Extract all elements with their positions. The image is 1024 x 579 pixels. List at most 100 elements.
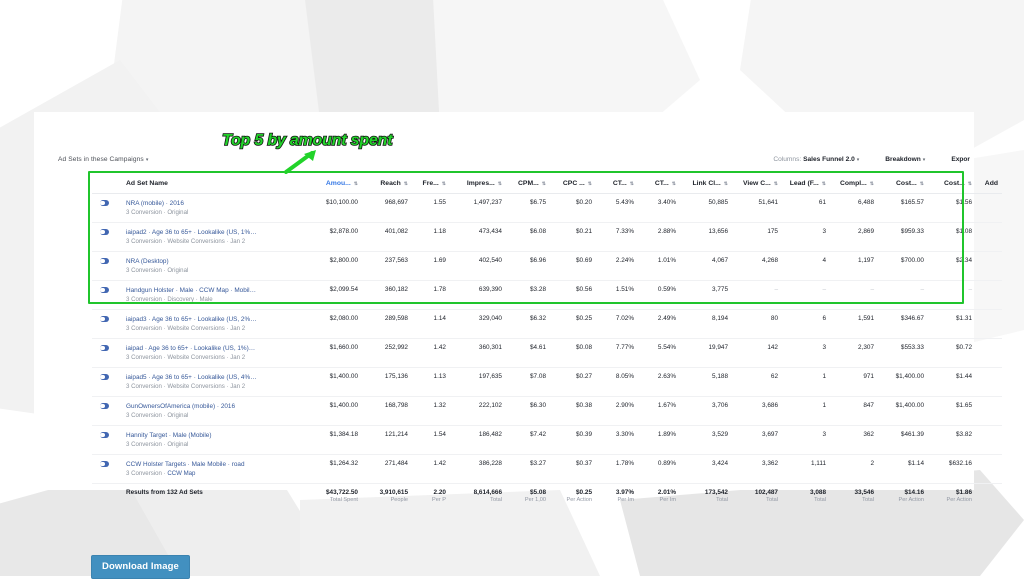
table-row[interactable]: iaipad · Age 36 to 65+ · Lookalike (US, … xyxy=(92,338,1002,368)
row-toggle[interactable] xyxy=(92,454,120,484)
row-toggle[interactable] xyxy=(92,367,120,397)
cell-reach: 289,598 xyxy=(362,309,412,339)
column-header-cost1[interactable]: Cost... ⇅ xyxy=(878,175,928,194)
column-header-label: CPC ... xyxy=(562,180,585,187)
cell-ad-set-name[interactable]: iaipad · Age 36 to 65+ · Lookalike (US, … xyxy=(120,338,300,368)
breakdown-selector[interactable]: Breakdown ▾ xyxy=(885,156,925,163)
column-header-ctr1[interactable]: CT... ⇅ xyxy=(596,175,638,194)
ad-set-name-link[interactable]: NRA (Desktop) xyxy=(126,257,296,266)
column-header-linkclicks[interactable]: Link Cl... ⇅ xyxy=(680,175,732,194)
columns-selector[interactable]: Columns: Sales Funnel 2.0 ▾ xyxy=(773,156,859,163)
ad-set-name-link[interactable]: iaipad3 · Age 36 to 65+ · Lookalike (US,… xyxy=(126,315,296,324)
column-header-ctr2[interactable]: CT... ⇅ xyxy=(638,175,680,194)
cell-ad-set-name[interactable]: Handgun Holster · Male · CCW Map · Mobil… xyxy=(120,280,300,310)
table-row[interactable]: iaipad5 · Age 36 to 65+ · Lookalike (US,… xyxy=(92,367,1002,397)
table-row[interactable]: iaipad3 · Age 36 to 65+ · Lookalike (US,… xyxy=(92,309,1002,339)
column-header-amount[interactable]: Amou... ⇅ xyxy=(300,175,362,194)
toggle-switch-icon[interactable] xyxy=(99,258,109,264)
cell-viewc: – xyxy=(732,280,782,310)
cell-frequency: 1.14 xyxy=(412,309,450,339)
column-header-frequency[interactable]: Fre... ⇅ xyxy=(412,175,450,194)
row-toggle[interactable] xyxy=(92,193,120,223)
cell-impr: 639,390 xyxy=(450,280,506,310)
export-button[interactable]: Expor xyxy=(951,156,970,163)
cell-reach: 360,182 xyxy=(362,280,412,310)
sort-caret-icon: ⇅ xyxy=(821,181,826,187)
cell-amount: $1,264.32 xyxy=(300,454,362,484)
cell-cost1: $1,400.00 xyxy=(878,396,928,426)
row-toggle[interactable] xyxy=(92,280,120,310)
download-image-button[interactable]: Download Image xyxy=(91,555,190,579)
column-header-cpm[interactable]: CPM... ⇅ xyxy=(506,175,550,194)
ad-set-name-link[interactable]: iaipad · Age 36 to 65+ · Lookalike (US, … xyxy=(126,344,296,353)
toggle-switch-icon[interactable] xyxy=(99,200,109,206)
cell-ad-set-name[interactable]: iaipad3 · Age 36 to 65+ · Lookalike (US,… xyxy=(120,309,300,339)
ad-set-name-link[interactable]: CCW Holster Targets · Male Mobile · road xyxy=(126,460,296,469)
cell-cost2: $1.44 xyxy=(928,367,976,397)
toggle-switch-icon[interactable] xyxy=(99,345,109,351)
column-header-cost2[interactable]: Cost... ⇅ xyxy=(928,175,976,194)
ad-set-name-link[interactable]: iaipad2 · Age 36 to 65+ · Lookalike (US,… xyxy=(126,228,296,237)
ad-set-subtitle-text: 3 Conversion · Original xyxy=(126,267,189,274)
table-row[interactable]: NRA (Desktop) 3 Conversion · Original $2,8… xyxy=(92,251,1002,281)
toggle-switch-icon[interactable] xyxy=(99,229,109,235)
table-row[interactable]: Handgun Holster · Male · CCW Map · Mobil… xyxy=(92,280,1002,310)
column-header-reach[interactable]: Reach ⇅ xyxy=(362,175,412,194)
campaign-scope-selector[interactable]: Ad Sets in these Campaigns ▾ xyxy=(58,156,148,163)
totals-cell xyxy=(976,483,1002,508)
row-toggle[interactable] xyxy=(92,222,120,252)
cell-impr: 222,102 xyxy=(450,396,506,426)
cell-ad-set-name[interactable]: iaipad5 · Age 36 to 65+ · Lookalike (US,… xyxy=(120,367,300,397)
columns-label: Columns: xyxy=(773,156,802,163)
row-toggle[interactable] xyxy=(92,425,120,455)
column-header-add[interactable]: Add xyxy=(976,175,1002,194)
ad-set-name-link[interactable]: GunOwnersOfAmerica (mobile) · 2016 xyxy=(126,402,296,411)
toggle-switch-icon[interactable] xyxy=(99,403,109,409)
table-row[interactable]: NRA (mobile) · 2016 3 Conversion · Origin… xyxy=(92,193,1002,223)
column-header-lead[interactable]: Lead (F... ⇅ xyxy=(782,175,830,194)
toggle-switch-icon[interactable] xyxy=(99,287,109,293)
cell-ad-set-name[interactable]: CCW Holster Targets · Male Mobile · road… xyxy=(120,454,300,484)
ad-set-name-link[interactable]: iaipad5 · Age 36 to 65+ · Lookalike (US,… xyxy=(126,373,296,382)
ad-set-subtitle-link[interactable]: CCW Map xyxy=(167,470,195,477)
column-header-label: Add xyxy=(984,180,998,187)
column-header-compl[interactable]: Compl... ⇅ xyxy=(830,175,878,194)
cell-ad-set-name[interactable]: Hannity Target · Male (Mobile) 3 Conversi… xyxy=(120,425,300,455)
cell-ad-set-name[interactable]: NRA (Desktop) 3 Conversion · Original xyxy=(120,251,300,281)
column-header-label: Amou... xyxy=(325,180,351,187)
cell-amount: $1,400.00 xyxy=(300,367,362,397)
row-toggle[interactable] xyxy=(92,251,120,281)
ad-set-name-link[interactable]: Hannity Target · Male (Mobile) xyxy=(126,431,296,440)
row-toggle[interactable] xyxy=(92,309,120,339)
column-header-impr[interactable]: Impres... ⇅ xyxy=(450,175,506,194)
cell-amount: $1,660.00 xyxy=(300,338,362,368)
toggle-switch-icon[interactable] xyxy=(99,461,109,467)
totals-label: Results from 132 Ad Sets xyxy=(120,483,300,508)
toggle-switch-icon[interactable] xyxy=(99,316,109,322)
cell-ad-set-name[interactable]: GunOwnersOfAmerica (mobile) · 2016 3 Conv… xyxy=(120,396,300,426)
table-row[interactable]: GunOwnersOfAmerica (mobile) · 2016 3 Conv… xyxy=(92,396,1002,426)
table-row[interactable]: Hannity Target · Male (Mobile) 3 Conversi… xyxy=(92,425,1002,455)
row-toggle[interactable] xyxy=(92,338,120,368)
cell-ad-set-name[interactable]: iaipad2 · Age 36 to 65+ · Lookalike (US,… xyxy=(120,222,300,252)
row-toggle[interactable] xyxy=(92,396,120,426)
cell-ad-set-name[interactable]: NRA (mobile) · 2016 3 Conversion · Origin… xyxy=(120,193,300,223)
table-row[interactable]: CCW Holster Targets · Male Mobile · road… xyxy=(92,454,1002,484)
cell-cost1: $1,400.00 xyxy=(878,367,928,397)
toggle-switch-icon[interactable] xyxy=(99,432,109,438)
toggle-switch-icon[interactable] xyxy=(99,374,109,380)
cell-cost1: $553.33 xyxy=(878,338,928,368)
ad-set-name-link[interactable]: NRA (mobile) · 2016 xyxy=(126,199,296,208)
column-header-name[interactable]: Ad Set Name xyxy=(120,175,300,194)
totals-cell: 102,487 Total xyxy=(732,483,782,508)
ad-set-name-link[interactable]: Handgun Holster · Male · CCW Map · Mobil… xyxy=(126,286,296,295)
ad-set-subtitle: 3 Conversion · Original xyxy=(126,208,296,217)
totals-cell: 33,546 Total xyxy=(830,483,878,508)
column-header-viewc[interactable]: View C... ⇅ xyxy=(732,175,782,194)
totals-sublabel: Per Im xyxy=(617,497,634,503)
cell-lead: 4 xyxy=(782,251,830,281)
table-row[interactable]: iaipad2 · Age 36 to 65+ · Lookalike (US,… xyxy=(92,222,1002,252)
column-header-cpc[interactable]: CPC ... ⇅ xyxy=(550,175,596,194)
column-header-label: Cost... xyxy=(896,180,917,187)
cell-add xyxy=(976,222,1002,252)
